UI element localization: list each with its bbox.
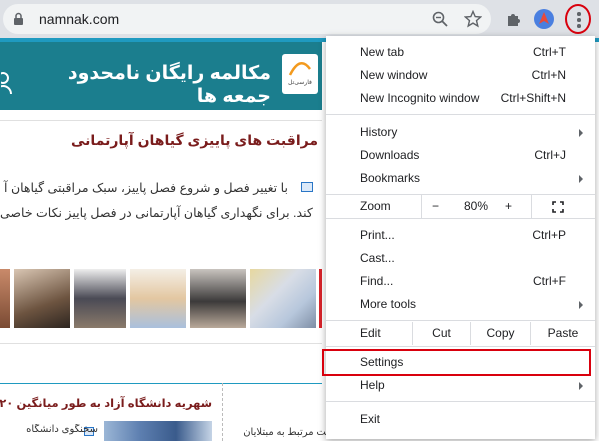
thumbnail[interactable]	[0, 269, 10, 328]
menu-item-label: Find...	[360, 274, 394, 288]
chrome-menu: New tab Ctrl+T New window Ctrl+N New Inc…	[326, 36, 595, 439]
menu-item-label: Cast...	[360, 251, 395, 265]
menu-item-label: Print...	[360, 228, 395, 242]
menu-item-label: New window	[360, 68, 428, 82]
menu-item-label: Help	[360, 378, 385, 392]
menu-zoom-row: Zoom − 80% +	[326, 195, 595, 218]
banner-text: مکالمه رایگان نامحدود جمعه ها	[67, 63, 271, 107]
menu-item-downloads[interactable]: Downloads Ctrl+J	[326, 144, 595, 167]
settings-highlight	[322, 349, 591, 376]
cut-label: Cut	[432, 326, 451, 340]
menu-separator	[326, 114, 595, 115]
news-snippet: سخنگوی دانشگاه	[26, 424, 98, 435]
slider-indicator	[319, 269, 322, 328]
zoom-divider	[421, 195, 422, 218]
menu-item-label: New tab	[360, 45, 405, 59]
menu-separator	[326, 320, 595, 321]
thumbnail[interactable]	[130, 269, 186, 328]
browser-toolbar: namnak.com	[0, 0, 599, 38]
user-icon	[1, 72, 12, 95]
menu-item-help[interactable]: Help	[326, 374, 595, 397]
fullscreen-icon[interactable]	[552, 201, 564, 213]
zoom-icon[interactable]	[431, 10, 449, 28]
signal-logo-icon	[288, 62, 312, 76]
menu-item-label: Bookmarks	[360, 171, 421, 185]
menu-item-exit[interactable]: Exit	[326, 408, 595, 431]
menu-edit-row: Edit Cut Copy Paste	[326, 322, 595, 345]
menu-item-print[interactable]: Print... Ctrl+P	[326, 224, 595, 247]
menu-item-more-tools[interactable]: More tools	[326, 293, 595, 316]
menu-item-shortcut: Ctrl+Shift+N	[500, 91, 566, 105]
article-title[interactable]: مراقبت های پاییزی گیاهان آپارتمانی	[0, 132, 318, 149]
copy-button[interactable]: Copy	[470, 322, 530, 345]
submenu-arrow-icon	[579, 301, 583, 309]
news-image[interactable]	[104, 421, 212, 441]
divider	[0, 120, 322, 121]
menu-item-shortcut: Ctrl+P	[532, 228, 566, 242]
menu-item-label: Downloads	[360, 148, 420, 162]
thumbnail[interactable]	[74, 269, 126, 328]
kebab-menu-icon[interactable]	[565, 4, 591, 34]
cut-button[interactable]: Cut	[412, 322, 470, 345]
column-divider	[222, 383, 223, 441]
edit-label: Edit	[360, 326, 381, 340]
zoom-in-button[interactable]: +	[505, 199, 512, 213]
menu-item-label: Exit	[360, 412, 381, 426]
thumbnail[interactable]	[190, 269, 246, 328]
brand-logo-text: فارسی‌تل	[288, 80, 312, 86]
lock-icon[interactable]	[13, 12, 24, 26]
menu-item-label: New Incognito window	[360, 91, 480, 105]
zoom-label: Zoom	[360, 199, 391, 213]
submenu-arrow-icon	[579, 175, 583, 183]
menu-item-new-incognito-window[interactable]: New Incognito window Ctrl+Shift+N	[326, 87, 595, 110]
menu-item-shortcut: Ctrl+N	[531, 68, 566, 82]
article-line-2: کند. برای نگهداری گیاهان آپارتمانی در فص…	[0, 206, 313, 220]
thumbnail[interactable]	[250, 269, 316, 328]
menu-item-history[interactable]: History	[326, 121, 595, 144]
paste-label: Paste	[547, 326, 579, 340]
zoom-divider	[531, 195, 532, 218]
avatar-icon[interactable]	[534, 9, 554, 29]
thumbnail-strip	[0, 269, 322, 328]
menu-item-shortcut: Ctrl+F	[533, 274, 566, 288]
menu-item-bookmarks[interactable]: Bookmarks	[326, 167, 595, 190]
divider	[0, 343, 322, 344]
thumbnail[interactable]	[14, 269, 70, 328]
article-line-1: با تغییر فصل و شروع فصل پاییز، سبک مراقب…	[4, 181, 288, 195]
zoom-level: 80%	[464, 199, 489, 213]
document-icon	[301, 182, 313, 192]
menu-item-shortcut: Ctrl+J	[534, 148, 566, 162]
divider	[0, 383, 322, 384]
menu-item-label: History	[360, 125, 398, 139]
menu-item-find[interactable]: Find... Ctrl+F	[326, 270, 595, 293]
menu-separator	[326, 218, 595, 219]
url-text[interactable]: namnak.com	[39, 11, 119, 27]
paste-button[interactable]: Paste	[530, 322, 595, 345]
puzzle-icon[interactable]	[504, 9, 524, 29]
menu-item-cast[interactable]: Cast...	[326, 247, 595, 270]
brand-logo: فارسی‌تل	[282, 54, 318, 94]
submenu-arrow-icon	[579, 382, 583, 390]
menu-item-label: More tools	[360, 297, 417, 311]
menu-item-new-window[interactable]: New window Ctrl+N	[326, 64, 595, 87]
promo-banner[interactable]: مکالمه رایگان نامحدود جمعه ها فارسی‌تل	[0, 42, 322, 110]
news-title[interactable]: شهریه دانشگاه آزاد به طور میانگین ۲۰ درص…	[0, 396, 212, 410]
zoom-out-button[interactable]: −	[432, 199, 439, 213]
menu-item-shortcut: Ctrl+T	[533, 45, 566, 59]
star-icon[interactable]	[464, 10, 482, 28]
menu-separator	[326, 346, 595, 347]
menu-separator	[326, 401, 595, 402]
submenu-arrow-icon	[579, 129, 583, 137]
menu-item-new-tab[interactable]: New tab Ctrl+T	[326, 41, 595, 64]
address-bar[interactable]: namnak.com	[3, 4, 491, 34]
copy-label: Copy	[486, 326, 515, 340]
